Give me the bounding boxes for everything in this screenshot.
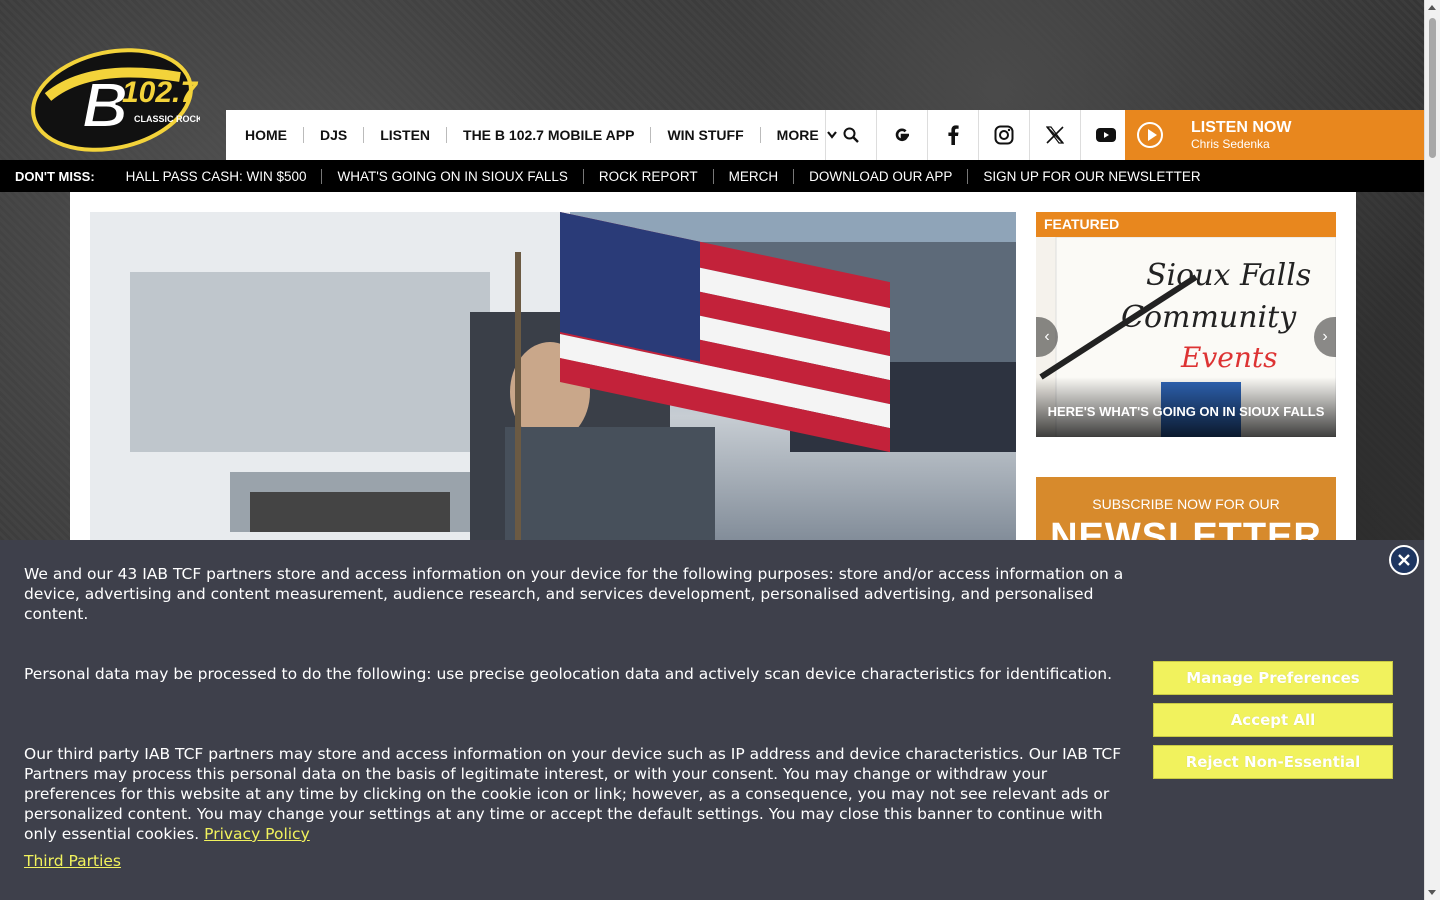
listen-title: LISTEN NOW [1191, 119, 1292, 136]
instagram-button[interactable] [978, 110, 1029, 160]
svg-text:CLASSIC ROCK: CLASSIC ROCK [134, 114, 200, 124]
third-parties-link[interactable]: Third Parties [24, 852, 121, 870]
x-icon [1046, 126, 1064, 144]
chevron-left-icon: ‹ [1044, 328, 1050, 345]
cookie-banner: We and our 43 IAB TCF partners store and… [0, 540, 1425, 900]
facebook-button[interactable] [927, 110, 978, 160]
privacy-policy-link[interactable]: Privacy Policy [204, 825, 310, 843]
youtube-button[interactable] [1080, 110, 1131, 160]
nav-win-stuff[interactable]: WIN STUFF [651, 127, 761, 143]
listen-host: Chris Sedenka [1191, 137, 1270, 151]
chevron-right-icon: › [1322, 328, 1328, 345]
scroll-up-arrow[interactable] [1428, 5, 1436, 10]
sidebar: FEATURED Sioux Falls Community Events HE… [1036, 212, 1336, 557]
dont-miss-item[interactable]: DOWNLOAD OUR APP [793, 168, 967, 184]
close-banner-button[interactable] [1389, 545, 1419, 575]
dont-miss-label: DON'T MISS: [15, 168, 95, 184]
facebook-icon [948, 125, 959, 145]
google-button[interactable] [876, 110, 927, 160]
nav-home[interactable]: HOME [229, 127, 304, 143]
x-button[interactable] [1029, 110, 1080, 160]
featured-card[interactable]: Sioux Falls Community Events HERE'S WHAT… [1036, 237, 1336, 437]
google-icon [895, 128, 909, 142]
cookie-paragraph-3: Our third party IAB TCF partners may sto… [24, 744, 1129, 844]
instagram-icon [994, 125, 1014, 145]
search-button[interactable] [825, 110, 876, 160]
dont-miss-item[interactable]: MERCH [712, 168, 794, 184]
newsletter-subtitle: SUBSCRIBE NOW FOR OUR [1092, 496, 1280, 512]
station-logo[interactable]: B 102.7 CLASSIC ROCK [30, 42, 200, 152]
hero-image[interactable] [90, 212, 1016, 552]
search-icon [843, 127, 859, 143]
page-scrollbar[interactable] [1424, 0, 1440, 900]
nav-djs[interactable]: DJS [304, 127, 365, 143]
cookie-paragraph-2: Personal data may be processed to do the… [24, 665, 1113, 683]
cookie-paragraph-1: We and our 43 IAB TCF partners store and… [24, 565, 1124, 623]
featured-tag: FEATURED [1036, 212, 1336, 237]
listen-now-button[interactable]: LISTEN NOW Chris Sedenka [1125, 110, 1425, 160]
featured-caption[interactable]: HERE'S WHAT'S GOING ON IN SIOUX FALLS [1036, 404, 1336, 419]
svg-text:102.7: 102.7 [122, 76, 198, 109]
nav-listen[interactable]: LISTEN [364, 127, 448, 143]
youtube-icon [1096, 128, 1116, 142]
hero-photo [90, 212, 1016, 552]
scroll-thumb[interactable] [1429, 18, 1436, 158]
close-icon [1398, 554, 1410, 566]
featured-image-text-1: Sioux Falls [1146, 258, 1311, 293]
manage-preferences-button[interactable]: Manage Preferences [1153, 661, 1393, 695]
nav-mobile-app[interactable]: THE B 102.7 MOBILE APP [447, 127, 652, 143]
dont-miss-item[interactable]: SIGN UP FOR OUR NEWSLETTER [967, 168, 1215, 184]
dont-miss-item[interactable]: ROCK REPORT [582, 168, 713, 184]
nav-more-label: MORE [776, 127, 819, 143]
dont-miss-item[interactable]: WHAT'S GOING ON IN SIOUX FALLS [321, 168, 582, 184]
cookie-paragraph-3-text: Our third party IAB TCF partners may sto… [24, 745, 1122, 843]
accept-all-button[interactable]: Accept All [1153, 703, 1393, 737]
main-nav: HOME DJS LISTEN THE B 102.7 MOBILE APP W… [226, 110, 1425, 160]
play-icon [1137, 122, 1163, 148]
reject-non-essential-button[interactable]: Reject Non-Essential [1153, 745, 1393, 779]
dont-miss-bar: DON'T MISS: HALL PASS CASH: WIN $500 WHA… [0, 160, 1425, 192]
scroll-down-arrow[interactable] [1428, 890, 1436, 895]
dont-miss-item[interactable]: HALL PASS CASH: WIN $500 [111, 169, 322, 184]
featured-image-text-3: Events [1180, 341, 1277, 374]
